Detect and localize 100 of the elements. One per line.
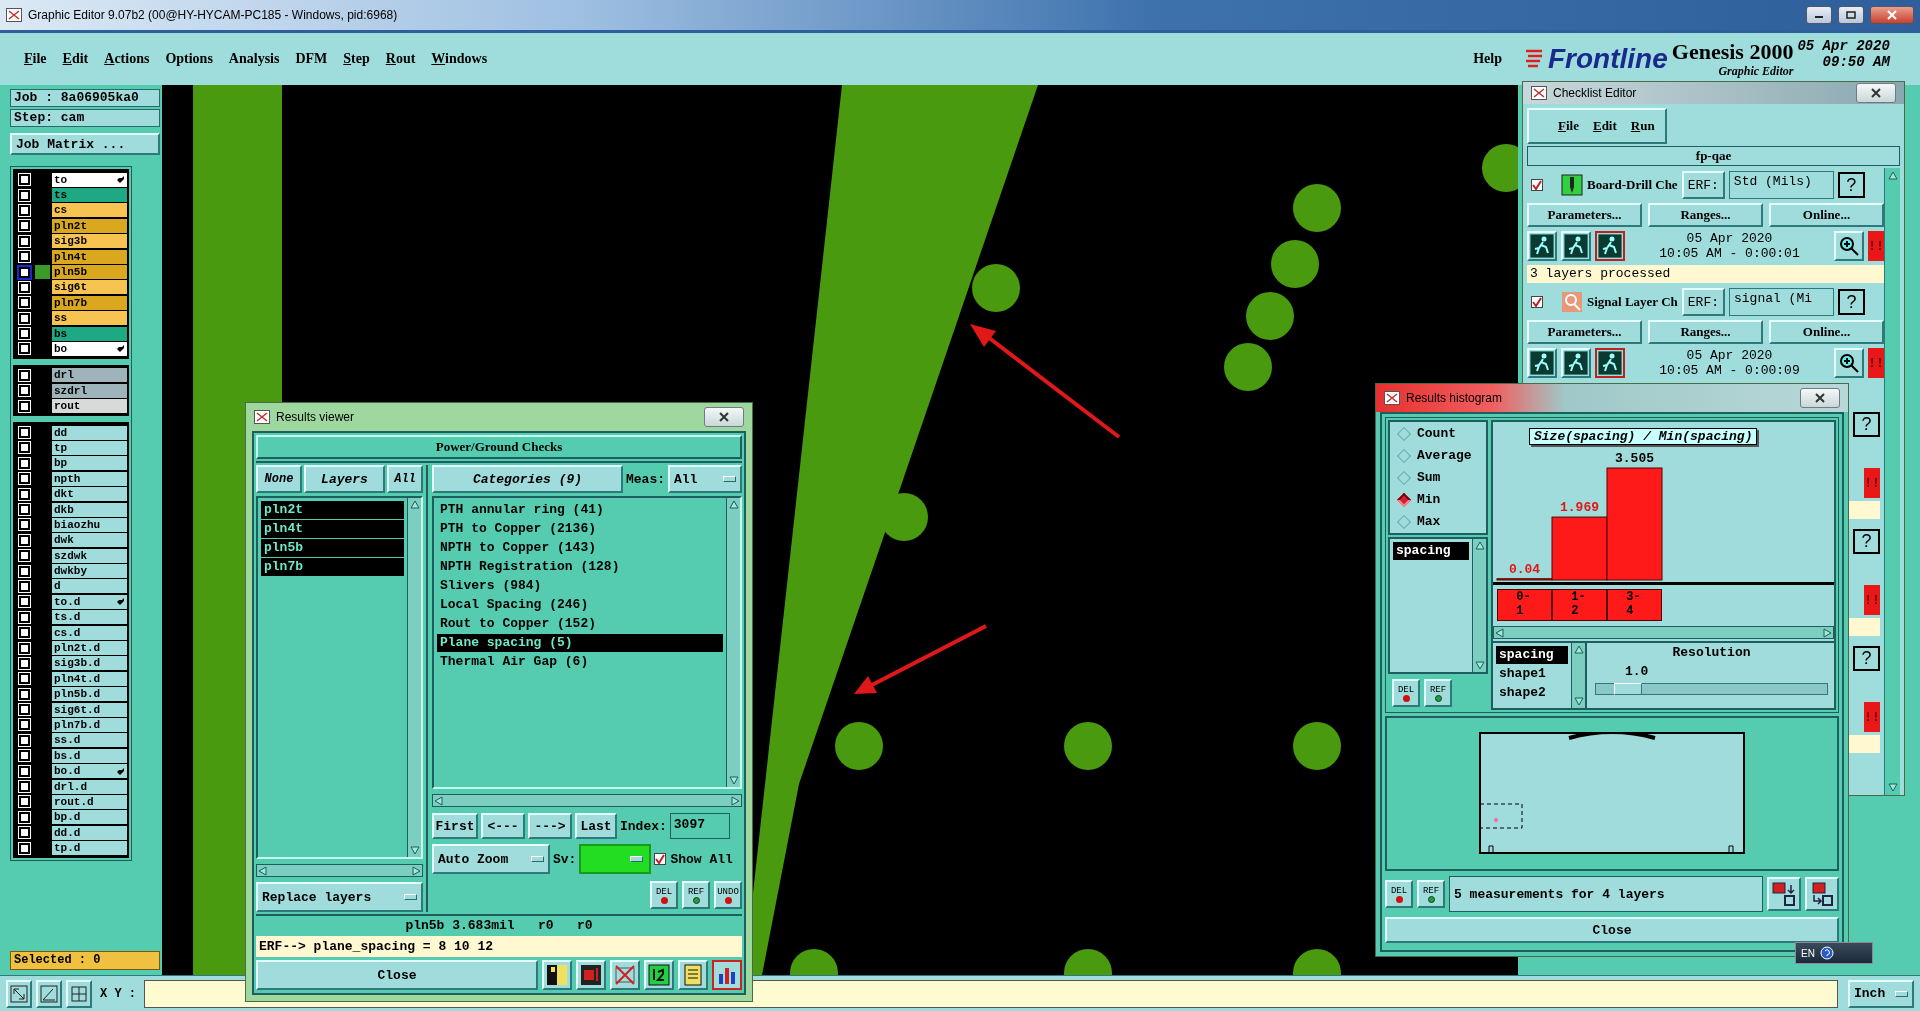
check-button[interactable]: Online...	[1769, 203, 1884, 227]
menu-item[interactable]: Options	[157, 51, 221, 67]
layer-checkbox[interactable]	[19, 266, 30, 278]
layer-checkbox[interactable]	[19, 343, 30, 355]
close-button[interactable]: Close	[1385, 917, 1839, 943]
meas-dropdown[interactable]: All	[668, 465, 742, 493]
layer-checkbox[interactable]	[19, 328, 30, 340]
layer-checkbox[interactable]	[19, 827, 30, 839]
arrow-right-icon[interactable]	[730, 795, 740, 806]
resolution-slider[interactable]	[1595, 683, 1828, 695]
menu-item[interactable]: Actions	[96, 51, 158, 67]
list-item[interactable]: Rout to Copper (152)	[437, 615, 723, 633]
layer-checkbox[interactable]	[19, 673, 30, 685]
check-button[interactable]: Ranges...	[1648, 320, 1763, 344]
run-button[interactable]	[1595, 348, 1625, 378]
layer-name[interactable]: pln5b.d	[52, 687, 127, 702]
scrollbar[interactable]	[726, 498, 740, 787]
tool-button[interactable]: DEL	[1392, 679, 1420, 707]
arrow-down-icon[interactable]	[409, 846, 420, 855]
arrow-down-icon[interactable]	[1887, 783, 1898, 792]
layer-name[interactable]: biaozhu	[52, 517, 127, 532]
arrow-down-icon[interactable]	[728, 776, 739, 785]
scrollbar[interactable]	[256, 864, 423, 877]
layer-name[interactable]: sig6t	[52, 280, 127, 295]
layer-checkbox[interactable]	[19, 297, 30, 309]
layer-name[interactable]: szdrl	[52, 383, 127, 398]
arrow-up-icon[interactable]	[1573, 645, 1584, 654]
arrow-up-icon[interactable]	[1474, 541, 1485, 550]
nav-button[interactable]: Last	[575, 813, 617, 839]
layer-checkbox[interactable]	[19, 550, 30, 562]
tool-button[interactable]: REF	[1424, 679, 1452, 707]
check-checkbox[interactable]	[1531, 179, 1543, 191]
list-item[interactable]: Plane spacing (5)	[437, 634, 723, 652]
check-button[interactable]: Online...	[1769, 320, 1884, 344]
layer-name[interactable]: pln4t.d	[52, 671, 127, 686]
list-item[interactable]: Local Spacing (246)	[437, 596, 723, 614]
check-button[interactable]: Parameters...	[1527, 203, 1642, 227]
run-button[interactable]	[1595, 231, 1625, 261]
layer-name[interactable]: ts.d	[52, 610, 127, 625]
zoom-button[interactable]	[1834, 231, 1864, 261]
arrow-down-icon[interactable]	[1474, 661, 1485, 670]
layer-checkbox[interactable]	[19, 704, 30, 716]
layer-checkbox[interactable]	[19, 312, 30, 324]
layer-name[interactable]: ss.d	[52, 733, 127, 748]
layer-checkbox[interactable]	[19, 534, 30, 546]
layer-name[interactable]: cs	[52, 203, 127, 218]
arrow-up-icon[interactable]	[1887, 171, 1898, 180]
radio-option[interactable]: Sum	[1396, 470, 1480, 485]
layer-name[interactable]: szdwk	[52, 548, 127, 563]
scrollbar[interactable]	[1571, 643, 1585, 708]
check-button[interactable]: Ranges...	[1648, 203, 1763, 227]
radio-option[interactable]: Min	[1396, 492, 1480, 507]
layer-name[interactable]: rout	[52, 399, 127, 414]
layer-checkbox[interactable]	[19, 235, 30, 247]
none-button[interactable]: None	[256, 465, 302, 493]
tool-button[interactable]: REF	[682, 881, 710, 909]
layer-name[interactable]: to	[52, 172, 127, 187]
layer-name[interactable]: pln2t	[52, 218, 127, 233]
layer-checkbox[interactable]	[19, 750, 30, 762]
layer-name[interactable]: ss	[52, 311, 127, 326]
layer-name[interactable]: dwkby	[52, 564, 127, 579]
list-item[interactable]: shape1	[1496, 665, 1568, 683]
layer-checkbox[interactable]	[19, 519, 30, 531]
layer-name[interactable]: sig3b.d	[52, 656, 127, 671]
layer-checkbox[interactable]	[19, 719, 30, 731]
layer-name[interactable]: dkb	[52, 502, 127, 517]
layer-checkbox[interactable]	[19, 369, 30, 381]
menu-item[interactable]: DFM	[287, 51, 336, 67]
erf-button[interactable]: ERF:	[1681, 171, 1725, 199]
layer-name[interactable]: sig3b	[52, 234, 127, 249]
erf-field[interactable]: Std (Mils)	[1728, 171, 1834, 199]
slider-thumb[interactable]	[1614, 683, 1643, 695]
layer-checkbox[interactable]	[19, 488, 30, 500]
layer-checkbox[interactable]	[19, 385, 30, 397]
list-item[interactable]: PTH annular ring (41)	[437, 501, 723, 519]
layer-checkbox[interactable]	[19, 765, 30, 777]
layer-name[interactable]: drl	[52, 368, 127, 383]
categories-button[interactable]: Categories (9)	[432, 465, 623, 493]
layer-name[interactable]: d	[52, 579, 127, 594]
all-button[interactable]: All	[387, 465, 423, 493]
nav-button[interactable]: --->	[528, 813, 572, 839]
list-item[interactable]: NPTH to Copper (143)	[437, 539, 723, 557]
layer-name[interactable]: bs.d	[52, 748, 127, 763]
list-item[interactable]: pln7b	[261, 558, 404, 576]
layer-checkbox[interactable]	[19, 251, 30, 263]
close-button[interactable]	[1800, 388, 1840, 408]
layer-checkbox[interactable]	[19, 657, 30, 669]
layer-checkbox[interactable]	[19, 442, 30, 454]
menu-item[interactable]: Help	[1465, 51, 1510, 67]
menu-item[interactable]: Analysis	[220, 51, 288, 67]
help-button[interactable]: ?	[1837, 172, 1865, 198]
units-dropdown[interactable]: Inch	[1848, 979, 1914, 1008]
help-button[interactable]: ?	[1853, 412, 1880, 438]
arrow-down-icon[interactable]	[1573, 697, 1584, 706]
help-button[interactable]: ?	[1838, 289, 1865, 315]
list-item[interactable]: spacing	[1393, 542, 1469, 560]
layer-checkbox[interactable]	[19, 400, 30, 412]
list-item[interactable]: shape2	[1496, 684, 1568, 702]
layer-name[interactable]: pln7b	[52, 295, 127, 310]
layer-checkbox[interactable]	[19, 565, 30, 577]
